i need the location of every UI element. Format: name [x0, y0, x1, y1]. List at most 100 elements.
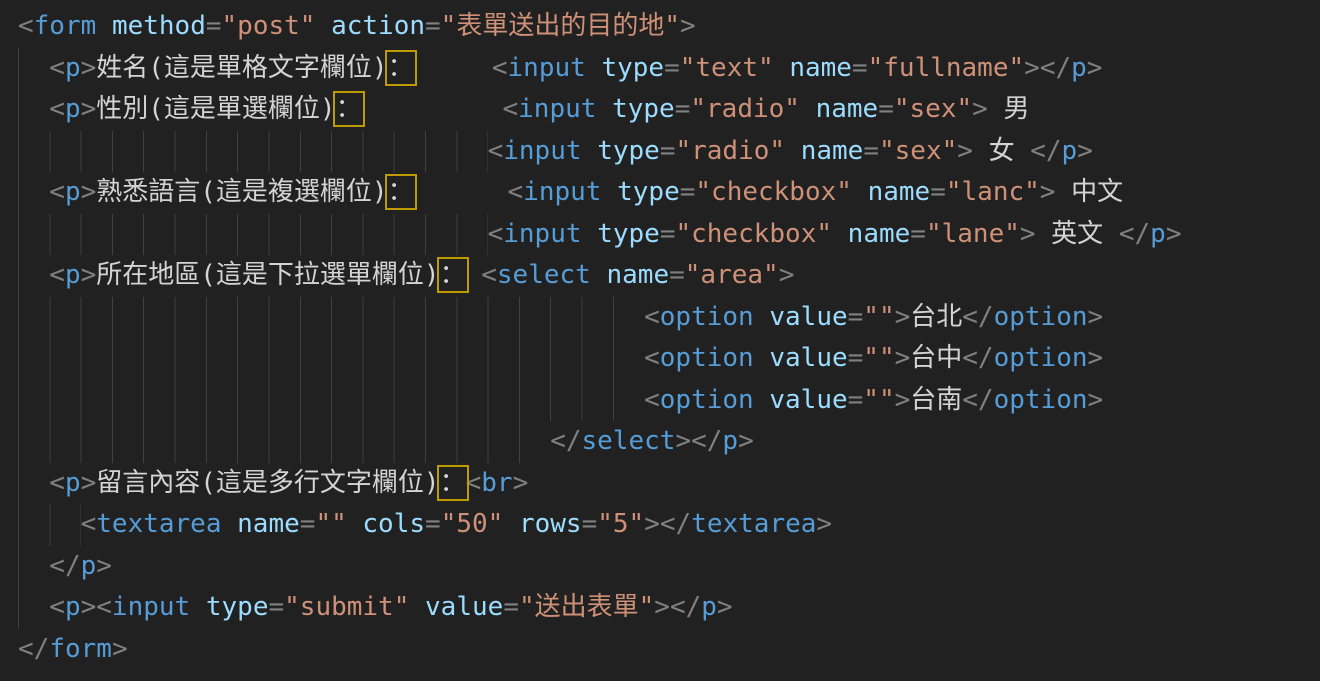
token-text — [222, 509, 238, 539]
token-punctuation: < — [488, 219, 504, 249]
token-punctuation: < — [96, 592, 112, 622]
token-string: "radio" — [675, 136, 785, 166]
token-attribute-name: value — [769, 343, 847, 373]
token-punctuation: < — [481, 260, 497, 290]
token-tag: p — [65, 260, 81, 290]
code-line-2[interactable]: <p>姓名(這是單格文字欄位)： <input type="text" name… — [18, 48, 1320, 90]
token-text: 台南 — [910, 385, 962, 415]
token-punctuation: < — [49, 468, 65, 498]
token-string: "" — [315, 509, 346, 539]
code-line-9[interactable]: <option value="">台中</option> — [18, 338, 1320, 380]
token-string: "送出表單" — [519, 592, 654, 622]
token-punctuation: > — [717, 592, 733, 622]
token-string: "fullname" — [868, 53, 1025, 83]
token-attribute-name: name — [816, 94, 879, 124]
token-punctuation: > — [81, 53, 97, 83]
token-text: 台中 — [910, 343, 962, 373]
token-attribute-name: name — [868, 177, 931, 207]
code-line-11[interactable]: </select></p> — [18, 421, 1320, 463]
token-punctuation: > — [81, 177, 97, 207]
token-punctuation: < — [488, 136, 504, 166]
token-punctuation: = — [664, 53, 680, 83]
token-punctuation: > — [1088, 385, 1104, 415]
token-string: "sex" — [879, 136, 957, 166]
token-attribute-name: name — [801, 136, 864, 166]
code-line-7[interactable]: <p>所在地區(這是下拉選單欄位)： <select name="area"> — [18, 255, 1320, 297]
indent-guides — [18, 380, 644, 422]
token-punctuation: = — [680, 177, 696, 207]
token-punctuation: = — [852, 53, 868, 83]
code-line-16[interactable]: </form> — [18, 629, 1320, 671]
token-tag: option — [994, 343, 1088, 373]
token-punctuation: > — [1040, 177, 1056, 207]
token-tag: input — [503, 136, 581, 166]
token-text — [591, 260, 607, 290]
token-attribute-name: value — [425, 592, 503, 622]
indent-guides — [18, 421, 550, 463]
token-attribute-name: name — [606, 260, 669, 290]
token-text — [596, 94, 612, 124]
token-punctuation: = — [582, 509, 598, 539]
token-tag: select — [497, 260, 591, 290]
token-text — [754, 302, 770, 332]
code-line-8[interactable]: <option value="">台北</option> — [18, 297, 1320, 339]
token-punctuation: </ — [962, 385, 993, 415]
indent-guides — [18, 89, 49, 131]
token-punctuation: = — [848, 385, 864, 415]
indent-guides — [18, 546, 49, 588]
token-punctuation: > — [675, 426, 691, 456]
token-attribute-name: name — [789, 53, 852, 83]
token-tag: p — [65, 53, 81, 83]
token-tag: input — [508, 53, 586, 83]
token-tag: p — [65, 592, 81, 622]
token-tag: br — [481, 468, 512, 498]
token-text — [503, 509, 519, 539]
token-string: "" — [863, 343, 894, 373]
token-attribute-name: rows — [519, 509, 582, 539]
token-string: "submit" — [284, 592, 409, 622]
token-tag: p — [1071, 53, 1087, 83]
token-tag: p — [1150, 219, 1166, 249]
unicode-highlight-colon: ： — [388, 177, 414, 207]
token-tag: option — [660, 385, 754, 415]
token-punctuation: > — [1166, 219, 1182, 249]
token-punctuation: > — [1020, 219, 1036, 249]
token-punctuation: </ — [550, 426, 581, 456]
code-line-3[interactable]: <p>性別(這是單選欄位)： <input type="radio" name=… — [18, 89, 1320, 131]
code-line-14[interactable]: </p> — [18, 546, 1320, 588]
token-punctuation: </ — [670, 592, 701, 622]
token-text — [852, 177, 868, 207]
code-line-6[interactable]: <input type="checkbox" name="lane"> 英文 <… — [18, 214, 1320, 256]
code-line-13[interactable]: <textarea name="" cols="50" rows="5"></t… — [18, 504, 1320, 546]
token-text — [466, 260, 482, 290]
code-editor[interactable]: <form method="post" action="表單送出的目的地"><p… — [0, 0, 1320, 681]
code-line-5[interactable]: <p>熟悉語言(這是複選欄位)： <input type="checkbox" … — [18, 172, 1320, 214]
token-text: 所在地區(這是下拉選單欄位) — [96, 260, 439, 290]
token-attribute-name: value — [769, 385, 847, 415]
code-line-15[interactable]: <p><input type="submit" value="送出表單"></p… — [18, 587, 1320, 629]
token-punctuation: > — [1088, 302, 1104, 332]
token-text: 台北 — [910, 302, 962, 332]
token-punctuation: > — [895, 302, 911, 332]
token-punctuation: = — [910, 219, 926, 249]
token-tag: p — [701, 592, 717, 622]
code-line-10[interactable]: <option value="">台南</option> — [18, 380, 1320, 422]
token-punctuation: < — [644, 302, 660, 332]
token-text — [582, 136, 598, 166]
token-punctuation: < — [49, 260, 65, 290]
code-line-12[interactable]: <p>留言內容(這是多行文字欄位)：<br> — [18, 463, 1320, 505]
token-attribute-name: name — [237, 509, 300, 539]
token-punctuation: </ — [18, 634, 49, 664]
code-line-4[interactable]: <input type="radio" name="sex"> 女 </p> — [18, 131, 1320, 173]
indent-guides — [18, 255, 49, 297]
token-punctuation: = — [268, 592, 284, 622]
token-punctuation: </ — [962, 302, 993, 332]
token-string: "post" — [222, 11, 316, 41]
code-line-1[interactable]: <form method="post" action="表單送出的目的地"> — [18, 6, 1320, 48]
token-text: 女 — [973, 136, 1030, 166]
token-punctuation: < — [508, 177, 524, 207]
token-tag: p — [65, 94, 81, 124]
token-attribute-name: type — [601, 53, 664, 83]
token-punctuation: = — [863, 136, 879, 166]
token-tag: p — [1062, 136, 1078, 166]
